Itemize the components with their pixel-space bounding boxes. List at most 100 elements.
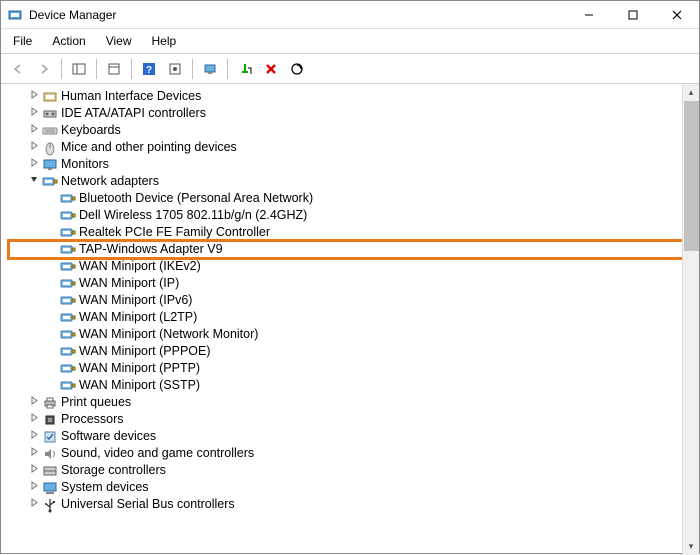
system-icon — [42, 480, 58, 496]
tree-node[interactable]: Bluetooth Device (Personal Area Network) — [9, 190, 699, 207]
net-icon — [60, 378, 76, 394]
show-hide-tree-button[interactable] — [68, 58, 90, 80]
app-icon — [7, 7, 23, 23]
expand-icon[interactable] — [27, 394, 41, 411]
menu-file[interactable]: File — [9, 32, 36, 50]
tree-node[interactable]: Human Interface Devices — [9, 88, 699, 105]
tree-node-label: TAP-Windows Adapter V9 — [79, 241, 223, 258]
enable-device-button[interactable] — [234, 58, 256, 80]
expand-icon[interactable] — [27, 462, 41, 479]
tree-node-label: Processors — [61, 411, 124, 428]
tree-node[interactable]: WAN Miniport (IKEv2) — [9, 258, 699, 275]
expand-icon[interactable] — [27, 479, 41, 496]
tree-node[interactable]: System devices — [9, 479, 699, 496]
forward-button — [33, 58, 55, 80]
minimize-button[interactable] — [567, 1, 611, 29]
expand-icon[interactable] — [27, 496, 41, 513]
expand-icon[interactable] — [27, 156, 41, 173]
tree-node[interactable]: WAN Miniport (PPPOE) — [9, 343, 699, 360]
tree-node[interactable]: Mice and other pointing devices — [9, 139, 699, 156]
tree-node[interactable]: WAN Miniport (PPTP) — [9, 360, 699, 377]
storage-icon — [42, 463, 58, 479]
print-icon — [42, 395, 58, 411]
vertical-scrollbar[interactable]: ▴ ▾ — [682, 84, 699, 555]
tree-node[interactable]: Software devices — [9, 428, 699, 445]
toolbar-separator — [96, 59, 97, 79]
update-driver-button[interactable] — [199, 58, 221, 80]
net-icon — [60, 327, 76, 343]
tree-node[interactable]: Keyboards — [9, 122, 699, 139]
close-button[interactable] — [655, 1, 699, 29]
svg-text:?: ? — [146, 65, 152, 76]
tree-node-label: Print queues — [61, 394, 131, 411]
tree-node-label: WAN Miniport (IPv6) — [79, 292, 192, 309]
net-icon — [60, 361, 76, 377]
titlebar: Device Manager — [1, 1, 699, 29]
tree-node-label: Software devices — [61, 428, 156, 445]
action-button[interactable] — [164, 58, 186, 80]
tree-node[interactable]: WAN Miniport (IP) — [9, 275, 699, 292]
tree-node[interactable]: Print queues — [9, 394, 699, 411]
help-button[interactable]: ? — [138, 58, 160, 80]
tree-node-label: WAN Miniport (L2TP) — [79, 309, 197, 326]
window-controls — [567, 1, 699, 29]
tree-node-label: IDE ATA/ATAPI controllers — [61, 105, 206, 122]
expand-icon[interactable] — [27, 122, 41, 139]
tree-node-label: WAN Miniport (IP) — [79, 275, 179, 292]
tree-node[interactable]: Network adapters — [9, 173, 699, 190]
device-tree-container: Human Interface DevicesIDE ATA/ATAPI con… — [1, 84, 699, 555]
net-icon — [42, 174, 58, 190]
toolbar-separator — [192, 59, 193, 79]
tree-node-label: Universal Serial Bus controllers — [61, 496, 235, 513]
ide-icon — [42, 106, 58, 122]
expand-icon[interactable] — [27, 411, 41, 428]
tree-node[interactable]: Universal Serial Bus controllers — [9, 496, 699, 513]
tree-node[interactable]: TAP-Windows Adapter V9 — [9, 241, 699, 258]
menu-view[interactable]: View — [102, 32, 136, 50]
maximize-button[interactable] — [611, 1, 655, 29]
keyboard-icon — [42, 123, 58, 139]
tree-node[interactable]: Dell Wireless 1705 802.11b/g/n (2.4GHZ) — [9, 207, 699, 224]
tree-node[interactable]: IDE ATA/ATAPI controllers — [9, 105, 699, 122]
menu-action[interactable]: Action — [48, 32, 89, 50]
net-icon — [60, 276, 76, 292]
expand-icon[interactable] — [27, 428, 41, 445]
tree-node-label: WAN Miniport (IKEv2) — [79, 258, 201, 275]
tree-node-label: WAN Miniport (Network Monitor) — [79, 326, 258, 343]
uninstall-device-button[interactable] — [260, 58, 282, 80]
tree-node[interactable]: WAN Miniport (L2TP) — [9, 309, 699, 326]
collapse-icon[interactable] — [27, 173, 41, 190]
tree-node[interactable]: Realtek PCIe FE Family Controller — [9, 224, 699, 241]
menubar: File Action View Help — [1, 29, 699, 54]
tree-node[interactable]: Sound, video and game controllers — [9, 445, 699, 462]
tree-node-label: WAN Miniport (PPPOE) — [79, 343, 211, 360]
monitor-icon — [42, 157, 58, 173]
tree-node[interactable]: WAN Miniport (Network Monitor) — [9, 326, 699, 343]
net-icon — [60, 344, 76, 360]
scroll-down-arrow[interactable]: ▾ — [683, 538, 699, 555]
expand-icon[interactable] — [27, 139, 41, 156]
expand-icon[interactable] — [27, 88, 41, 105]
tree-node-label: Network adapters — [61, 173, 159, 190]
tree-node[interactable]: Storage controllers — [9, 462, 699, 479]
expand-icon[interactable] — [27, 105, 41, 122]
soft-icon — [42, 429, 58, 445]
tree-node[interactable]: WAN Miniport (SSTP) — [9, 377, 699, 394]
toolbar-separator — [61, 59, 62, 79]
scan-hardware-button[interactable] — [286, 58, 308, 80]
tree-node[interactable]: WAN Miniport (IPv6) — [9, 292, 699, 309]
hid-icon — [42, 89, 58, 105]
menu-help[interactable]: Help — [148, 32, 181, 50]
toolbar-separator — [131, 59, 132, 79]
scroll-up-arrow[interactable]: ▴ — [683, 84, 699, 101]
scroll-thumb[interactable] — [684, 101, 699, 251]
tree-node-label: Realtek PCIe FE Family Controller — [79, 224, 270, 241]
tree-node-label: Human Interface Devices — [61, 88, 201, 105]
cpu-icon — [42, 412, 58, 428]
tree-node[interactable]: Processors — [9, 411, 699, 428]
properties-button[interactable] — [103, 58, 125, 80]
net-icon — [60, 310, 76, 326]
expand-icon[interactable] — [27, 445, 41, 462]
net-icon — [60, 259, 76, 275]
tree-node[interactable]: Monitors — [9, 156, 699, 173]
